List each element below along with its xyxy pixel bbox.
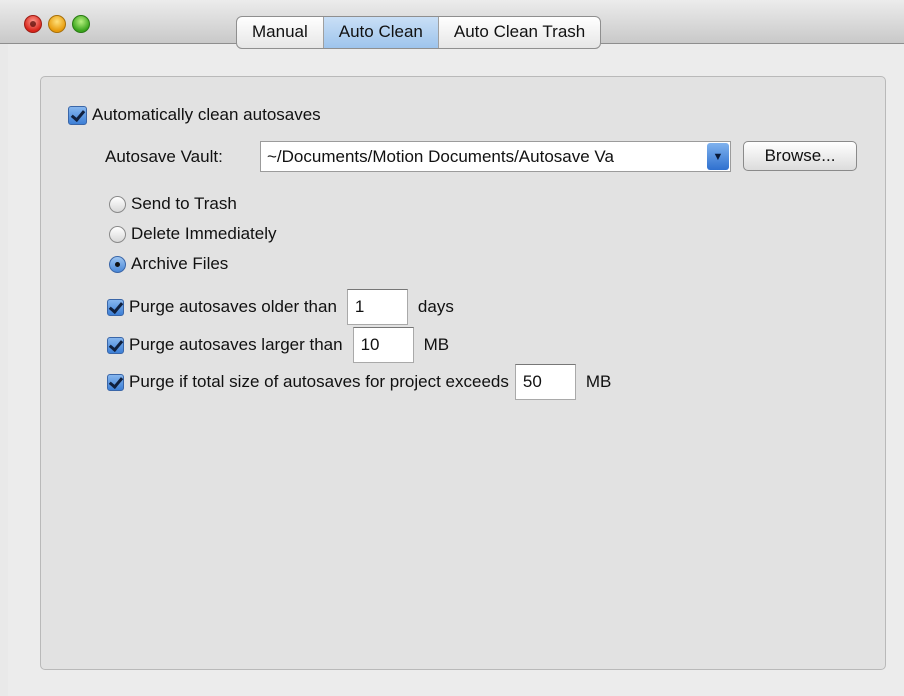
purge-larger-label: Purge autosaves larger than <box>129 335 343 354</box>
purge-larger-checkbox[interactable] <box>107 336 124 354</box>
browse-button[interactable]: Browse... <box>743 141 857 171</box>
purge-older-checkbox[interactable] <box>107 298 124 316</box>
auto-clean-toggle[interactable]: Automatically clean autosaves <box>68 105 321 125</box>
purge-older-label: Purge autosaves older than <box>129 297 337 316</box>
purge-older-row: Purge autosaves older than 1 days <box>107 289 454 325</box>
purge-total-unit: MB <box>585 372 612 391</box>
tab-bar: Manual Auto Clean Auto Clean Trash <box>236 16 602 49</box>
radio-archive-files[interactable]: Archive Files <box>109 254 228 274</box>
purge-larger-mb-field[interactable]: 10 <box>352 327 414 363</box>
purge-larger-row: Purge autosaves larger than 10 MB <box>107 327 449 363</box>
vault-label: Autosave Vault: <box>105 147 223 166</box>
auto-clean-label: Automatically clean autosaves <box>92 105 321 124</box>
dropdown-arrow-icon[interactable]: ▼ <box>707 143 729 170</box>
radio-delete-immediately[interactable]: Delete Immediately <box>109 224 277 244</box>
purge-total-row: Purge if total size of autosaves for pro… <box>107 364 611 400</box>
purge-older-days-field[interactable]: 1 <box>346 289 408 325</box>
auto-clean-checkbox[interactable] <box>68 105 87 125</box>
radio-icon[interactable] <box>109 195 126 213</box>
radio-selected-icon[interactable] <box>109 255 126 273</box>
purge-older-unit: days <box>417 297 454 316</box>
radio-icon[interactable] <box>109 225 126 243</box>
vault-path-popup[interactable]: ~/Documents/Motion Documents/Autosave Va… <box>260 141 731 172</box>
vault-label-row: Autosave Vault: <box>105 147 223 167</box>
radio-send-to-trash[interactable]: Send to Trash <box>109 194 237 214</box>
purge-total-label: Purge if total size of autosaves for pro… <box>129 372 509 391</box>
purge-larger-unit: MB <box>423 335 450 354</box>
radio-label: Send to Trash <box>131 194 237 213</box>
tab-auto-clean[interactable]: Auto Clean <box>323 17 439 48</box>
purge-total-mb-field[interactable]: 50 <box>514 364 576 400</box>
purge-total-checkbox[interactable] <box>107 373 124 391</box>
vault-path-value: ~/Documents/Motion Documents/Autosave Va <box>267 146 614 166</box>
tab-auto-clean-trash[interactable]: Auto Clean Trash <box>439 17 600 48</box>
radio-label: Archive Files <box>131 254 229 273</box>
tab-manual[interactable]: Manual <box>237 17 324 48</box>
radio-label: Delete Immediately <box>131 224 277 243</box>
